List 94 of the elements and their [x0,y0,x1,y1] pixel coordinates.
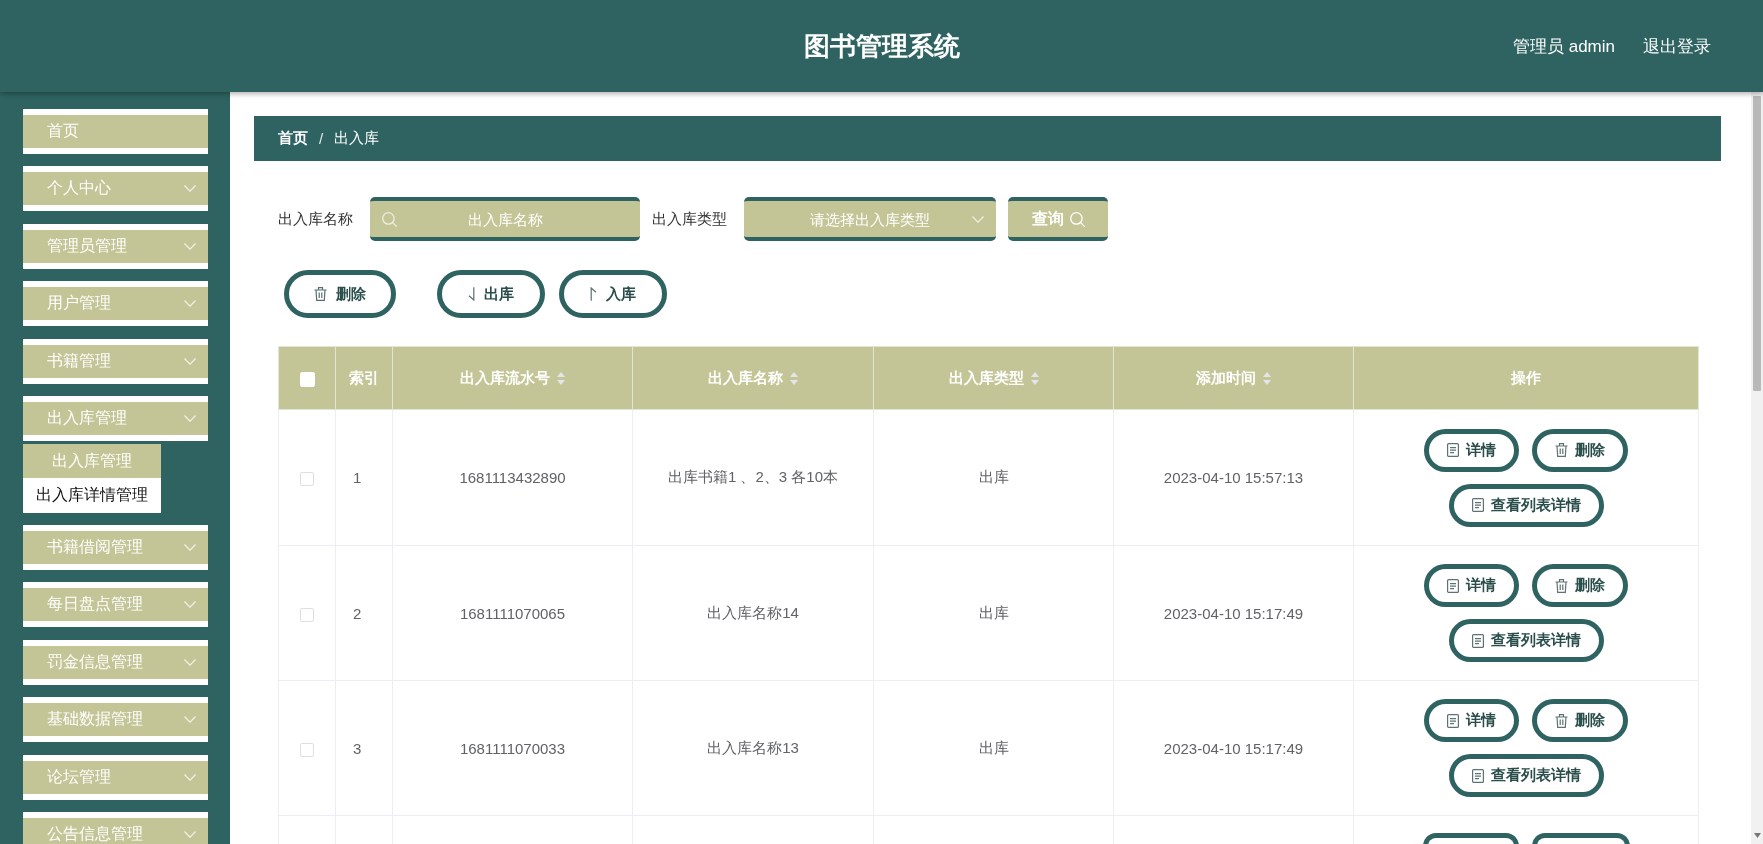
document-icon [1471,498,1484,512]
delete-button[interactable]: 删除 [284,270,396,318]
partial-button[interactable] [1531,833,1630,844]
document-icon [1447,713,1459,728]
column-header[interactable]: 出入库名称 [632,346,874,410]
sidebar-item[interactable]: 管理员管理 [23,223,208,269]
sidebar-item[interactable]: 公告信息管理 [23,811,208,844]
table-cell: 1681113432890 [392,409,633,546]
partial-button[interactable] [1422,833,1519,844]
table-cell: 出库 [873,680,1114,816]
detail-button[interactable]: 详情 [1424,428,1519,472]
chevron-down-icon [184,185,196,193]
document-icon [1471,768,1484,783]
trash-icon [1555,443,1568,457]
outbound-button[interactable]: 出库 [437,270,545,318]
sidebar-item[interactable]: 个人中心 [23,166,208,212]
sidebar-item[interactable]: 罚金信息管理 [23,639,208,685]
field-label: 出入库名称 [278,209,353,229]
table-cell: 出入库名称14 [632,545,874,681]
document-icon [1447,578,1459,593]
sidebar-item[interactable]: 首页 [23,109,208,154]
column-header: 索引 [335,346,393,410]
column-header[interactable]: 出入库类型 [873,346,1114,410]
row-checkbox[interactable] [300,472,314,486]
chevron-down-icon [184,543,196,551]
table-cell: 2023-04-10 15:17:49 [1113,545,1354,681]
document-icon [1471,633,1484,648]
column-header[interactable]: 添加时间 [1113,346,1354,410]
chevron-down-icon [184,601,196,609]
chevron-down-icon [184,414,196,422]
sort-icon[interactable] [1263,372,1271,386]
search-field[interactable]: 出入库名称 [370,197,640,241]
table-cell: 出库 [873,409,1114,546]
chevron-down-icon [972,215,984,223]
table-cell: 1 [335,409,393,546]
chevron-down-icon [184,830,196,838]
detail-button[interactable]: 查看列表详情 [1448,619,1604,662]
delete-button[interactable]: 删除 [1532,428,1628,472]
sidebar-item[interactable]: 基础数据管理 [23,697,208,743]
table-cell: 3 [335,680,393,816]
sort-icon[interactable] [790,372,798,386]
breadcrumb-separator: / [319,130,324,147]
user-label: 管理员 admin [1512,35,1615,58]
table-cell: 出库 [873,545,1114,681]
column-header[interactable]: 出入库流水号 [392,346,633,410]
search-icon [382,211,397,227]
detail-button[interactable]: 详情 [1424,699,1519,742]
app-title: 图书管理系统 [803,29,960,63]
row-checkbox[interactable] [300,607,314,622]
sidebar-item[interactable]: 出入库管理 [23,395,208,441]
sidebar-item[interactable]: 书籍管理 [23,338,208,384]
trash-icon [314,287,327,301]
delete-button[interactable]: 删除 [1532,564,1628,607]
sort-icon[interactable] [1030,372,1039,386]
submenu-item[interactable]: 出入库管理 [23,443,161,479]
chevron-down-icon [184,658,196,666]
row-checkbox[interactable] [300,742,314,757]
chevron-down-icon [184,300,196,308]
chevron-down-icon [184,773,196,781]
field-label: 出入库类型 [652,209,727,229]
scrollbar-thumb[interactable] [1753,96,1761,391]
detail-button[interactable]: 查看列表详情 [1448,483,1604,527]
select-all-checkbox[interactable] [299,371,315,387]
table-cell: 1681111070065 [392,545,633,681]
document-icon [1447,443,1459,457]
table-cell: 2023-04-10 15:17:49 [1113,680,1354,816]
table-cell: 1681111070033 [392,680,633,816]
chevron-down-icon [184,716,196,724]
sidebar-item[interactable]: 论坛管理 [23,754,208,800]
search-button[interactable]: 查询 [1008,197,1108,241]
table-cell: 2 [335,545,393,681]
trash-icon [1555,713,1568,728]
submenu-item[interactable]: 出入库详情管理 [23,478,161,513]
column-header: 操作 [1353,346,1699,410]
scroll-down-arrow-icon[interactable] [1753,833,1761,838]
sidebar-item[interactable]: 书籍借阅管理 [23,524,208,570]
detail-button[interactable]: 详情 [1424,564,1519,607]
chevron-down-icon [184,242,196,250]
logout-link[interactable]: 退出登录 [1643,34,1711,58]
trash-icon [1555,578,1568,593]
chevron-down-icon [184,357,196,365]
sort-icon[interactable] [557,372,565,386]
breadcrumb-link[interactable]: 首页 [278,129,308,148]
search-icon [1069,211,1085,227]
table-cell: 出入库名称13 [632,680,874,816]
delete-button[interactable]: 删除 [1532,699,1628,742]
detail-button[interactable]: 查看列表详情 [1448,754,1604,797]
sidebar-item[interactable]: 用户管理 [23,281,208,327]
table-cell: 2023-04-10 15:57:13 [1113,409,1354,546]
inbound-button[interactable]: 入库 [559,270,667,318]
breadcrumb-current: 出入库 [334,129,380,148]
select-field[interactable]: 请选择出入库类型 [744,197,996,241]
table-cell: 出库书籍1 、2、3 各10本 [632,409,874,546]
sidebar-item[interactable]: 每日盘点管理 [23,582,208,628]
